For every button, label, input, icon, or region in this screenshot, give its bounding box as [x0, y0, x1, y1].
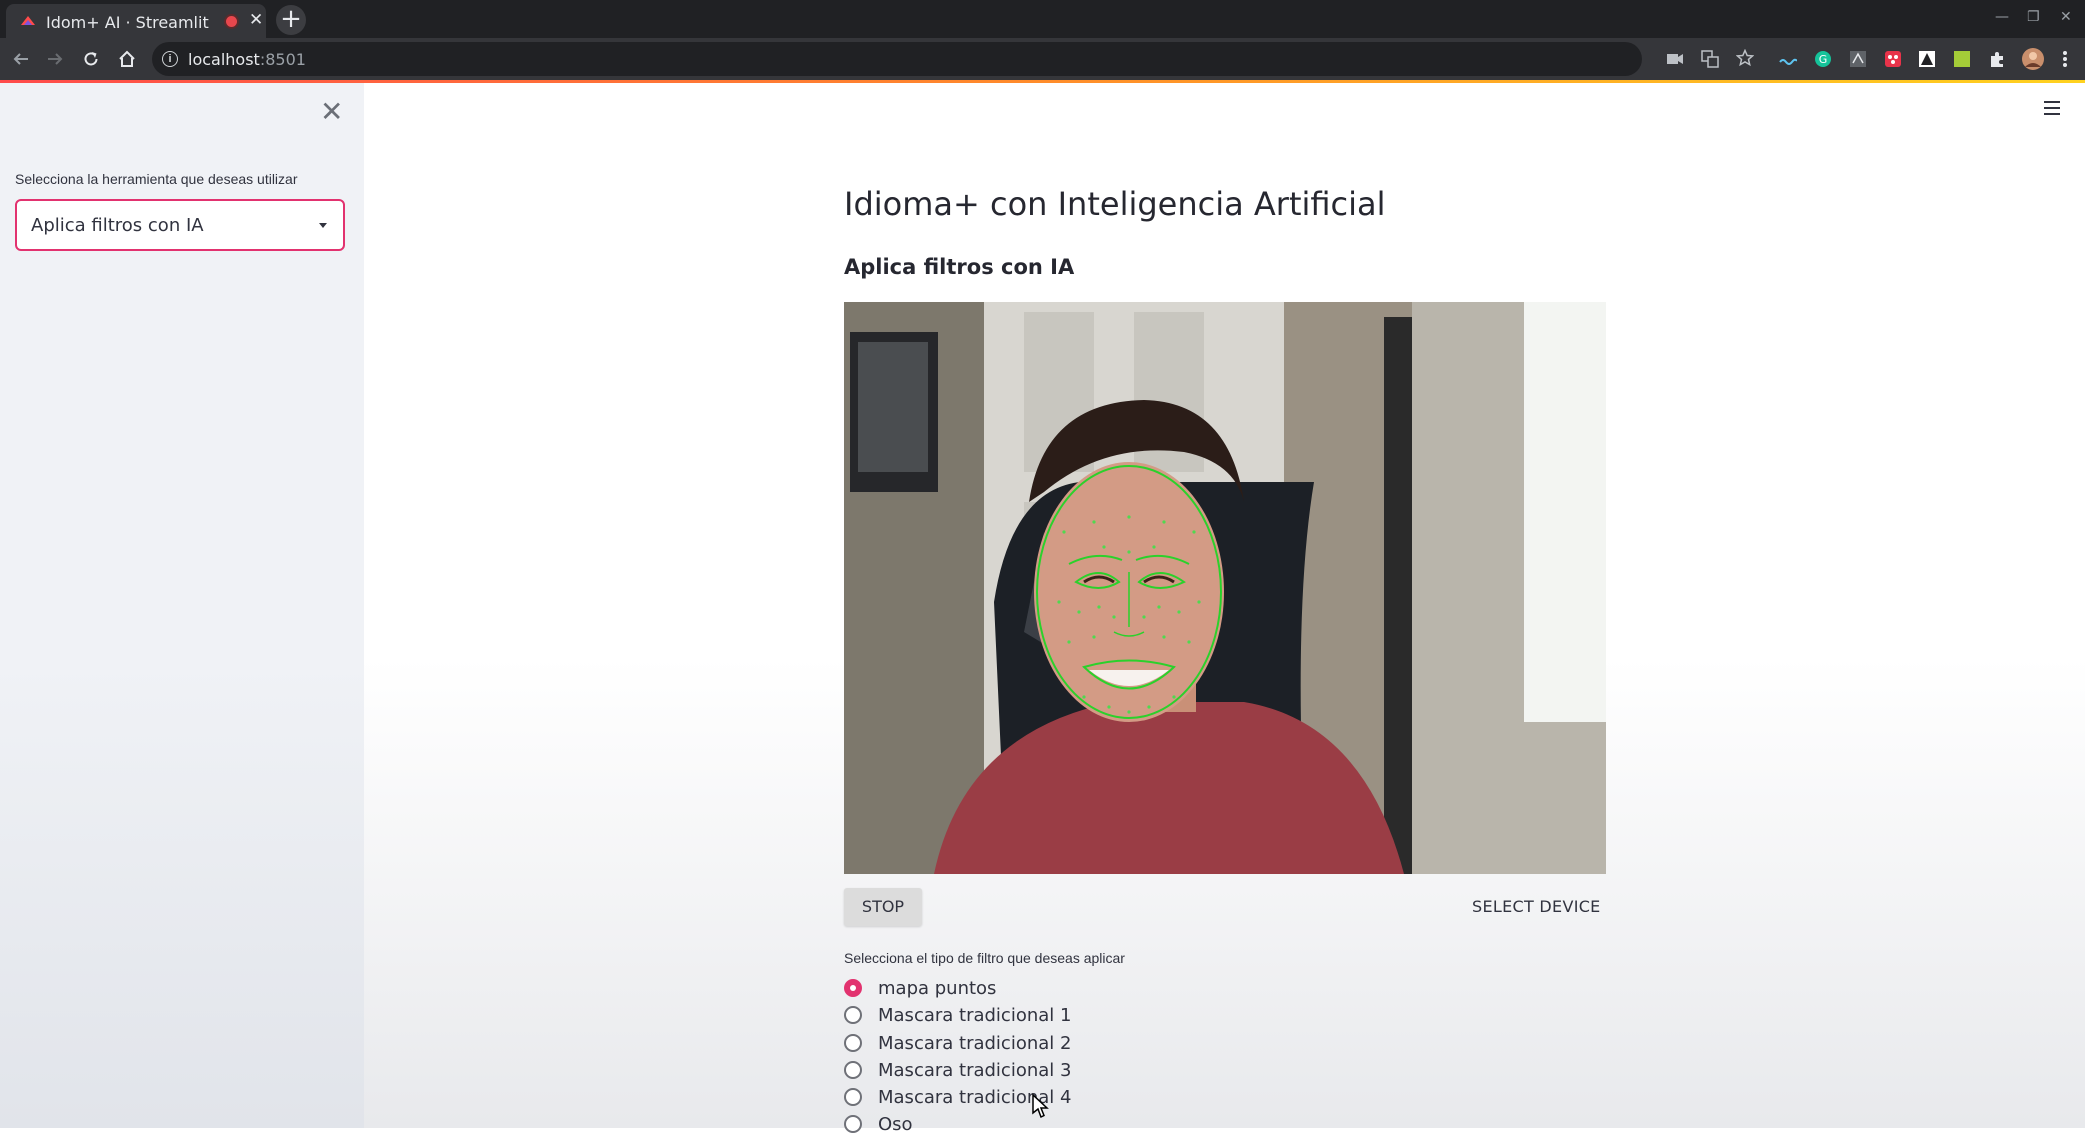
back-icon[interactable]	[8, 46, 34, 72]
site-info-icon[interactable]: i	[162, 51, 178, 67]
home-icon[interactable]	[114, 46, 140, 72]
camera-icon[interactable]	[1667, 52, 1683, 66]
main-content: Idioma+ con Inteligencia Artificial Apli…	[364, 83, 2085, 1135]
browser-menu-icon[interactable]	[2062, 50, 2068, 68]
radio-option-label: Oso	[878, 1114, 913, 1136]
extension-icon-2[interactable]	[1884, 50, 1902, 68]
radio-unchecked-icon[interactable]	[844, 1060, 862, 1079]
radio-unchecked-icon[interactable]	[844, 1006, 862, 1025]
url-text: localhost:8501	[188, 50, 306, 69]
sidebar: ✕ Selecciona la herramienta que deseas u…	[0, 83, 364, 1128]
webcam-video-feed	[844, 302, 1606, 874]
profile-avatar-icon[interactable]	[2022, 48, 2044, 70]
svg-text:G: G	[1819, 53, 1828, 66]
page-title: Idioma+ con Inteligencia Artificial	[844, 185, 1386, 223]
mouse-cursor-icon	[1032, 1093, 1049, 1119]
extension-icon-3[interactable]	[1918, 50, 1936, 68]
streamlit-favicon-icon	[21, 16, 35, 25]
address-bar[interactable]: i localhost:8501	[152, 42, 1754, 76]
extensions-puzzle-icon[interactable]	[1988, 50, 2006, 68]
tool-select-value: Aplica filtros con IA	[31, 215, 204, 236]
extension-icon-1[interactable]	[1849, 50, 1867, 68]
close-window-icon[interactable]: ✕	[2060, 9, 2072, 25]
stop-button[interactable]: STOP	[844, 888, 922, 926]
bookmark-star-icon[interactable]	[1736, 49, 1754, 67]
radio-checked-icon[interactable]	[844, 979, 862, 997]
sidebar-close-icon[interactable]: ✕	[320, 95, 343, 128]
radio-option-label: Mascara tradicional 1	[878, 1005, 1072, 1027]
chevron-down-icon	[319, 223, 327, 228]
webcam-frame-image	[844, 302, 1606, 874]
extension-icon-4[interactable]	[1953, 50, 1971, 68]
minimize-window-icon[interactable]: —	[1995, 9, 2009, 25]
tool-select[interactable]: Aplica filtros con IA	[15, 199, 345, 251]
restore-window-icon[interactable]: ❐	[2027, 9, 2040, 25]
filter-radio-label: Selecciona el tipo de filtro que deseas …	[844, 950, 1125, 966]
radio-unchecked-icon[interactable]	[844, 1115, 862, 1134]
radio-option-label: mapa puntos	[878, 978, 997, 999]
browser-tab-bar: Idom+ AI · Streamlit ✕ + — ❐ ✕	[0, 0, 2085, 38]
section-subheader: Aplica filtros con IA	[844, 255, 1075, 279]
wave-extension-icon[interactable]	[1779, 50, 1797, 68]
radio-option-label: Mascara tradicional 2	[878, 1032, 1072, 1054]
forward-icon[interactable]	[42, 46, 68, 72]
radio-unchecked-icon[interactable]	[844, 1033, 862, 1052]
tool-select-label: Selecciona la herramienta que deseas uti…	[15, 171, 298, 187]
hamburger-menu-icon[interactable]	[2044, 101, 2060, 119]
new-tab-button[interactable]: +	[276, 5, 306, 35]
grammarly-extension-icon[interactable]: G	[1814, 50, 1832, 68]
tab-title: Idom+ AI · Streamlit	[46, 13, 209, 32]
radio-option-label: Mascara tradicional 3	[878, 1059, 1072, 1081]
browser-tab[interactable]: Idom+ AI · Streamlit ✕	[6, 4, 266, 38]
tab-close-icon[interactable]: ✕	[249, 10, 263, 30]
radio-unchecked-icon[interactable]	[844, 1088, 862, 1107]
reload-icon[interactable]	[78, 46, 104, 72]
select-device-button[interactable]: SELECT DEVICE	[1472, 897, 1601, 916]
browser-toolbar: i localhost:8501 G	[0, 38, 2085, 80]
translate-icon[interactable]	[1701, 50, 1719, 68]
recording-indicator-icon	[226, 16, 237, 27]
